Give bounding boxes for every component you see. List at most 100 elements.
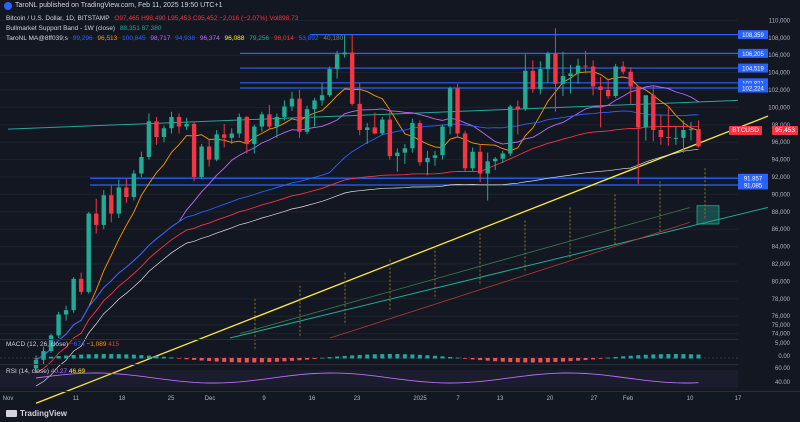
candle-body [636, 86, 641, 128]
candle-body [357, 103, 362, 131]
projection-lower [329, 221, 691, 339]
candle-body [199, 146, 204, 177]
candle-body [214, 134, 219, 160]
candle-body [78, 278, 84, 292]
time-tick-label: Feb [623, 396, 634, 402]
macd-bar [613, 356, 618, 359]
rsi-tick-label: 60.00 [775, 366, 791, 372]
candle-body [410, 123, 415, 149]
macd-bar [79, 354, 84, 359]
macd-bar [297, 358, 302, 361]
candle-body [380, 119, 385, 134]
legend-ma-value: 40,180 [323, 35, 344, 42]
price-tick-label: 88,000 [772, 210, 791, 216]
rsi-label[interactable]: RSI (14, close) [6, 368, 49, 375]
price-tick-label: 92,000 [772, 175, 791, 181]
candle-body [387, 119, 393, 157]
macd-bar [538, 358, 543, 363]
macd-bar [410, 354, 415, 359]
macd-bar [237, 358, 242, 363]
macd-bar [658, 354, 663, 359]
level-label: 106,205 [742, 52, 764, 58]
macd-label[interactable]: MACD (12, 26, close) [6, 341, 68, 348]
legend-symbol[interactable]: Bitcoin / U.S. Dollar, 1D, BITSTAMP [6, 15, 110, 22]
candle-body [485, 161, 490, 174]
macd-bar [320, 357, 325, 359]
chart-canvas[interactable]: 108,359106,205104,519102,821102,22491,85… [0, 0, 800, 422]
macd-bar [576, 358, 581, 361]
legend-bullband-row: Bullmarket Support Band - 1W (close) 88,… [6, 24, 346, 34]
candle-body [500, 153, 505, 159]
macd-bar [696, 354, 701, 359]
macd-bar [515, 358, 520, 363]
candle-body [176, 116, 182, 127]
candles[interactable] [33, 28, 701, 373]
legend-ma-value: 100,845 [122, 35, 146, 42]
candle-body [237, 116, 242, 134]
candle-body [417, 123, 423, 163]
macd-bar [327, 357, 332, 359]
price-tick-label: 78,000 [772, 297, 791, 303]
candle-body [545, 53, 551, 70]
candle-body [101, 195, 106, 225]
candle-body [553, 53, 558, 84]
legend-ma-value: 99,296 [72, 35, 93, 42]
macd-bar [116, 354, 121, 359]
macd-bar [357, 354, 362, 359]
price-tick-label: 102,000 [768, 88, 790, 94]
candle-body [598, 86, 603, 90]
candle-body [116, 187, 122, 214]
macd-bar [621, 356, 626, 359]
time-tick-label: 11 [73, 396, 80, 402]
candle-body [319, 95, 325, 101]
macd-tick-label: 5,000 [775, 341, 791, 347]
time-tick-label: 2025 [413, 396, 427, 402]
candle-body [628, 71, 633, 87]
last-price-badge: 95,453 [772, 126, 798, 135]
candle-body [538, 69, 543, 90]
price-axis[interactable]: 110,000 108,000 106,000 104,000 102,000 100,0… [768, 18, 790, 337]
time-tick-label: 13 [497, 396, 504, 402]
target-box [696, 205, 720, 225]
macd-bar [56, 356, 61, 359]
macd-bar [470, 358, 475, 360]
time-tick-label: 7 [456, 396, 460, 402]
macd-bar [199, 358, 204, 361]
candle-body [658, 130, 664, 137]
macd-bar [560, 358, 565, 362]
candle-body [206, 146, 212, 160]
macd-bar [146, 355, 151, 359]
macd-bar [606, 357, 611, 359]
candle-body [56, 314, 61, 336]
candle-body [620, 66, 626, 72]
rsi-band [0, 370, 738, 388]
channel-line [229, 206, 769, 339]
price-tick-label: 100,000 [768, 105, 790, 111]
macd-bar [229, 358, 234, 363]
macd-bar [448, 356, 453, 359]
time-tick-label: 18 [119, 396, 126, 402]
legend-ma[interactable]: TaroNL MA@8ff039;s [6, 35, 68, 42]
macd-bar [365, 354, 370, 359]
macd-bar [282, 358, 287, 362]
macd-tick-label: 0.00 [778, 354, 790, 360]
candle-body [274, 116, 280, 127]
macd-bar [372, 354, 377, 359]
candle-body [282, 106, 287, 117]
candle-body [673, 137, 679, 139]
level-label: 91,085 [744, 183, 763, 189]
candle-body [372, 127, 377, 134]
candle-body [560, 76, 566, 84]
macd-bar [455, 357, 460, 359]
macd-bar [568, 358, 573, 362]
macd-bar [666, 354, 671, 359]
macd-bar [485, 358, 490, 361]
chart-legend: Bitcoin / U.S. Dollar, 1D, BITSTAMP O97,… [6, 14, 346, 44]
time-axis[interactable]: Nov 11 18 25 Dec 9 16 23 2025 7 13 20 27 Feb 10 17 [3, 396, 742, 402]
legend-bullband[interactable]: Bullmarket Support Band - 1W (close) [6, 25, 115, 32]
tradingview-logo[interactable]: TradingView [6, 409, 67, 418]
rsi-ma-value: 46.69 [68, 368, 86, 375]
price-tick-label: 90,000 [772, 192, 791, 198]
macd-bar [154, 356, 159, 359]
time-tick-label: Dec [205, 396, 216, 402]
